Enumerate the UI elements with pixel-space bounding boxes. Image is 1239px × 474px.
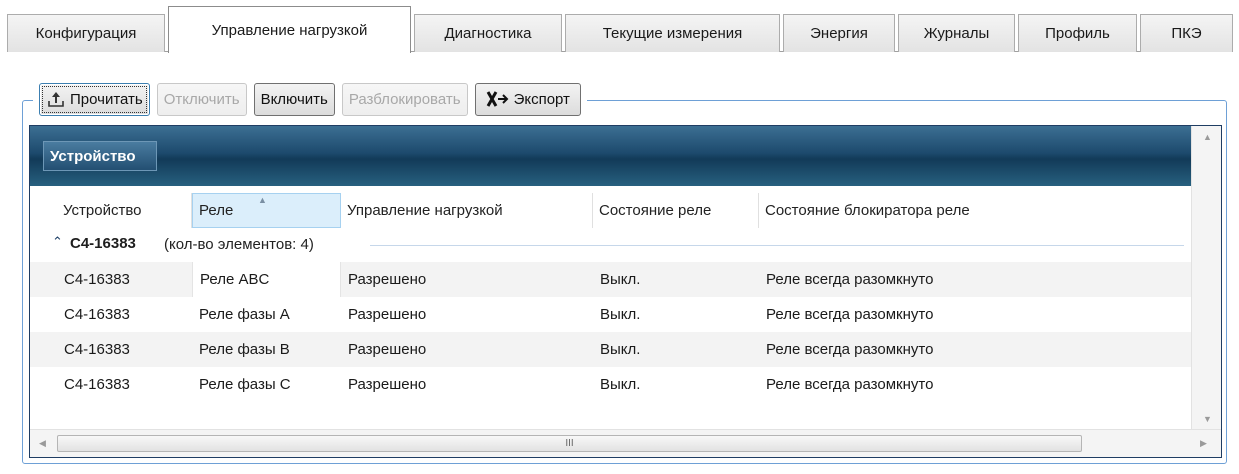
scroll-thumb-grip: III (565, 438, 574, 449)
toolbar: Прочитать Отключить Включить Разблокиров… (33, 80, 587, 118)
horizontal-scroll-thumb[interactable]: III (57, 435, 1082, 452)
cell-load-control: Разрешено (348, 376, 427, 393)
cell-relay-state: Выкл. (600, 376, 641, 393)
tab-strip: Конфигурация Управление нагрузкой Диагно… (7, 5, 1233, 53)
tab-configuration[interactable]: Конфигурация (7, 14, 165, 52)
enable-button-label: Включить (260, 90, 328, 108)
tab-logs[interactable]: Журналы (898, 14, 1015, 52)
cell-load-control: Разрешено (348, 306, 427, 323)
table-row[interactable]: С4-16383 Реле фазы В Разрешено Выкл. Рел… (30, 332, 1192, 367)
export-button[interactable]: Экспорт (474, 82, 581, 116)
tab-diagnostics[interactable]: Диагностика (414, 14, 562, 52)
cell-device: С4-16383 (64, 306, 130, 323)
scroll-left-icon[interactable]: ◀ (39, 438, 46, 449)
cell-device: С4-16383 (64, 271, 130, 288)
read-button[interactable]: Прочитать (39, 82, 150, 116)
unblock-button[interactable]: Разблокировать (341, 82, 468, 116)
export-button-label: Экспорт (513, 90, 570, 108)
tab-current-measurements[interactable]: Текущие измерения (565, 14, 780, 52)
tab-profile[interactable]: Профиль (1018, 14, 1137, 52)
group-divider (370, 245, 1184, 246)
scroll-down-icon[interactable]: ▼ (1203, 414, 1212, 424)
column-header-load-control[interactable]: Управление нагрузкой (341, 193, 593, 228)
relay-grid: Устройство Устройство ▲ Реле Управление … (29, 125, 1222, 458)
table-row[interactable]: С4-16383 Реле фазы А Разрешено Выкл. Рел… (30, 297, 1192, 332)
scroll-right-icon[interactable]: ▶ (1200, 438, 1207, 449)
cell-relay: Реле фазы А (199, 306, 290, 323)
read-button-label: Прочитать (70, 90, 143, 108)
cell-load-control: Разрешено (348, 341, 427, 358)
group-by-chip-device[interactable]: Устройство (43, 141, 157, 171)
sort-ascending-icon: ▲ (258, 195, 267, 205)
cell-relay-blocker-state: Реле всегда разомкнуто (766, 341, 934, 358)
cell-relay[interactable]: Реле ABC (192, 262, 341, 297)
column-header-relay-state[interactable]: Состояние реле (593, 193, 759, 228)
horizontal-scrollbar[interactable]: ◀ III ▶ (30, 429, 1221, 457)
cell-relay-blocker-state: Реле всегда разомкнуто (766, 376, 934, 393)
enable-button[interactable]: Включить (253, 82, 335, 116)
upload-icon (46, 89, 66, 109)
group-by-panel: Устройство (30, 126, 1192, 186)
column-header-row: Устройство ▲ Реле Управление нагрузкой С… (30, 193, 1192, 228)
group-key: С4-16383 (70, 235, 136, 252)
cell-relay-state: Выкл. (600, 271, 641, 288)
column-header-relay[interactable]: ▲ Реле (192, 193, 341, 228)
table-row[interactable]: С4-16383 Реле ABC Разрешено Выкл. Реле в… (30, 262, 1192, 297)
tab-energy[interactable]: Энергия (783, 14, 895, 52)
cell-load-control: Разрешено (348, 271, 427, 288)
group-count: (кол-во элементов: 4) (164, 236, 314, 253)
cell-relay: Реле фазы С (199, 376, 291, 393)
vertical-scrollbar[interactable]: ▲ ▼ (1191, 126, 1221, 431)
table-row[interactable]: С4-16383 Реле фазы С Разрешено Выкл. Рел… (30, 367, 1192, 402)
disable-button-label: Отключить (163, 90, 240, 108)
cell-relay: Реле фазы В (199, 341, 290, 358)
export-excel-icon (486, 90, 510, 108)
unblock-button-label: Разблокировать (348, 90, 461, 108)
column-header-relay-blocker-state[interactable]: Состояние блокиратора реле (759, 193, 1192, 228)
cell-relay-state: Выкл. (600, 341, 641, 358)
column-header-device[interactable]: Устройство (57, 193, 192, 228)
tab-load-control[interactable]: Управление нагрузкой (168, 6, 411, 53)
scroll-up-icon[interactable]: ▲ (1203, 132, 1212, 142)
cell-relay-blocker-state: Реле всегда разомкнуто (766, 306, 934, 323)
collapse-caret-icon[interactable]: ⌃ (52, 234, 63, 250)
disable-button[interactable]: Отключить (156, 82, 247, 116)
tab-pke[interactable]: ПКЭ (1140, 14, 1233, 52)
group-header-row[interactable]: ⌃ С4-16383 (кол-во элементов: 4) (30, 228, 1192, 262)
cell-relay-blocker-state: Реле всегда разомкнуто (766, 271, 934, 288)
column-header-relay-label: Реле (199, 202, 234, 219)
cell-relay-state: Выкл. (600, 306, 641, 323)
cell-device: С4-16383 (64, 376, 130, 393)
cell-device: С4-16383 (64, 341, 130, 358)
